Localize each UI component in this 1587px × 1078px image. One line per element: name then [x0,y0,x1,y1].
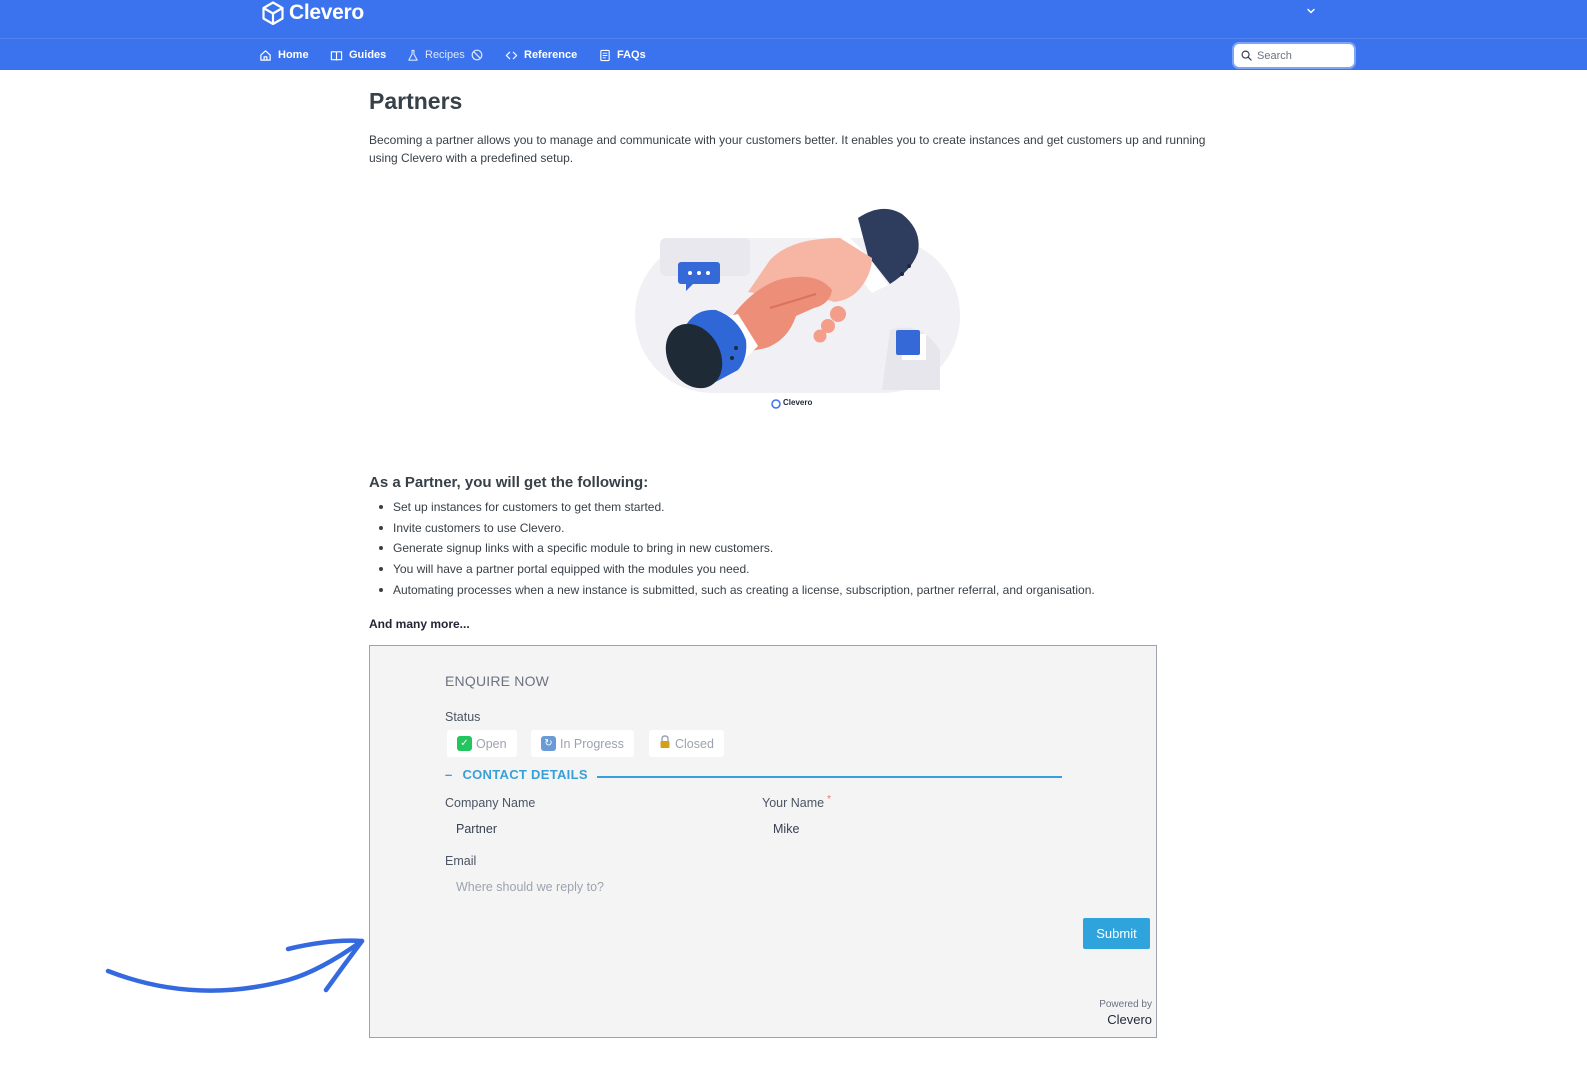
required-marker: * [827,794,831,805]
status-label: Status [445,710,481,724]
email-label: Email [445,854,477,868]
section-contact-details[interactable]: – CONTACT DETAILS [445,767,588,782]
nav-guides[interactable]: Guides [330,39,386,71]
nav-home[interactable]: Home [259,39,309,71]
list-item: Set up instances for customers to get th… [369,500,1095,521]
powered-by-brand: Clevero [1107,1012,1152,1027]
chevron-down-icon[interactable] [1306,6,1316,19]
check-mark-icon: ✓ [457,736,472,751]
status-in-progress-label: In Progress [560,736,624,751]
handshake-illustration: Clevero [620,190,970,420]
benefits-heading: As a Partner, you will get the following… [369,474,649,491]
nav-guides-label: Guides [349,49,387,61]
disabled-icon [471,49,483,61]
sub-navigation: Home Guides Recipes Reference FAQs Searc… [0,38,1587,70]
company-name-label: Company Name [445,796,536,810]
list-item: Invite customers to use Clevero. [369,521,1095,542]
top-header: Clevero [0,0,1587,38]
your-name-label-text: Your Name [762,796,825,810]
nav-reference[interactable]: Reference [505,39,577,71]
document-icon [600,49,610,61]
search-icon [1241,50,1252,61]
list-item: Automating processes when a new instance… [369,583,1095,604]
nav-faqs-label: FAQs [617,49,646,61]
powered-by-text: Powered by [1099,999,1152,1010]
nav-home-label: Home [278,49,309,61]
brand-name: Clevero [289,1,364,24]
list-item: Generate signup links with a specific mo… [369,541,1095,562]
status-open-label: Open [476,736,507,751]
section-title: CONTACT DETAILS [462,767,588,782]
refresh-icon: ↻ [541,736,556,751]
hero-logo-text: Clevero [783,398,813,407]
cube-logo-icon [262,1,284,25]
book-icon [330,50,343,61]
status-closed-label: Closed [675,736,714,751]
benefits-list: Set up instances for customers to get th… [369,500,1095,603]
form-title: ENQUIRE NOW [445,673,550,689]
page-title: Partners [369,88,463,114]
pointing-arrow-icon [105,938,365,993]
submit-button[interactable]: Submit [1083,918,1150,949]
nav-reference-label: Reference [524,49,578,61]
and-many-more: And many more... [369,617,470,631]
brand-logo[interactable]: Clevero [261,0,364,26]
lock-icon [659,735,671,752]
your-name-field[interactable]: Mike [773,822,799,836]
company-name-field[interactable]: Partner [456,822,497,836]
intro-paragraph: Becoming a partner allows you to manage … [369,133,1206,165]
status-open[interactable]: ✓ Open [447,730,517,757]
search-placeholder: Search [1257,49,1292,62]
nav-recipes-label: Recipes [425,49,465,61]
status-in-progress[interactable]: ↻ In Progress [531,730,634,757]
nav-faqs[interactable]: FAQs [599,39,646,71]
section-divider [597,776,1062,778]
your-name-label: Your Name * [762,794,831,810]
code-icon [505,51,518,59]
section-collapse-toggle: – [445,767,453,782]
search-input[interactable]: Search [1234,44,1354,67]
powered-by-badge[interactable]: Powered by Clevero [1099,999,1152,1027]
status-closed[interactable]: Closed [649,730,724,757]
home-icon [260,49,271,61]
list-item: You will have a partner portal equipped … [369,562,1095,583]
nav-recipes[interactable]: Recipes [407,39,483,71]
flask-icon [408,49,418,61]
enquiry-form: ENQUIRE NOW Status ✓ Open ↻ In Progress … [369,645,1157,1038]
email-field[interactable]: Where should we reply to? [456,880,604,894]
